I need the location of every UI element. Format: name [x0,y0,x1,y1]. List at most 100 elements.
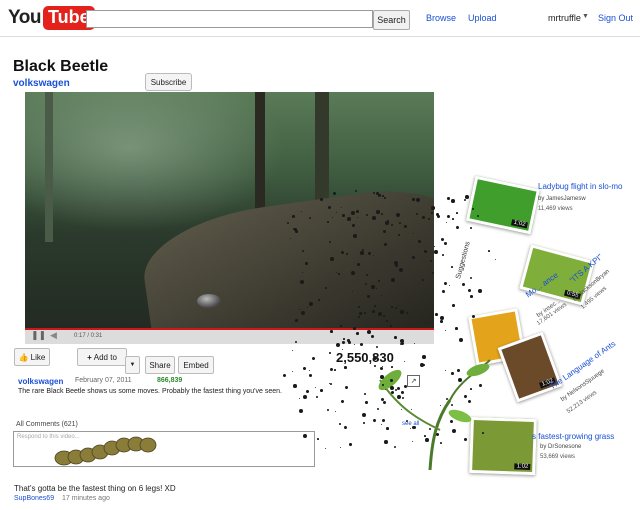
username-menu[interactable]: mrtruffle [548,13,581,23]
splatter-dot [440,320,443,323]
related-author: by DrSonesone [540,444,582,450]
splatter-dot [364,312,366,314]
splatter-dot [447,197,450,200]
splatter-dot [302,250,304,252]
splatter-dot [374,365,376,367]
splatter-dot [452,218,454,220]
nav-browse-link[interactable]: Browse [426,13,456,23]
search-button[interactable]: Search [373,10,410,30]
related-title[interactable]: s fastest-growing grass [532,432,614,441]
splatter-dot [362,413,366,417]
splatter-dot [434,250,438,254]
splatter-dot [382,384,384,386]
splatter-dot [398,234,400,236]
subscribe-button[interactable]: Subscribe [145,73,192,91]
splatter-dot [283,374,287,378]
splatter-dot [412,198,415,201]
splatter-dot [295,319,298,322]
splatter-dot [344,366,347,369]
splatter-dot [301,311,305,315]
splatter-dot [364,393,366,395]
splatter-dot [455,327,458,330]
splatter-dot [429,428,431,430]
splatter-dot [325,448,327,450]
video-player[interactable] [25,92,434,328]
splatter-dot [305,262,308,265]
splatter-dot [412,441,413,442]
splatter-dot [303,367,306,370]
splatter-dot [400,310,404,314]
splatter-dot [394,336,397,339]
splatter-dot [402,397,404,399]
splatter-dot [384,440,388,444]
pause-icon[interactable]: ❚❚ [31,330,46,341]
splatter-dot [351,271,355,275]
splatter-dot [391,391,394,394]
splatter-dot [349,443,352,446]
splatter-dot [442,254,444,256]
nav-upload-link[interactable]: Upload [468,13,497,23]
add-to-dropdown[interactable]: ▼ [125,356,140,374]
video-description: The rare Black Beetle shows us some move… [18,388,282,395]
splatter-dot [424,435,426,437]
splatter-dot [488,250,490,252]
splatter-dot [356,332,359,335]
sign-out-link[interactable]: Sign Out [598,13,633,23]
splatter-dot [299,409,303,413]
splatter-dot [459,338,463,342]
splatter-dot [394,261,398,265]
splatter-dot [346,253,348,255]
splatter-dot [446,222,447,223]
splatter-dot [391,224,393,226]
youtube-logo[interactable]: You Tube [8,6,95,30]
embed-button[interactable]: Embed [178,356,214,374]
splatter-dot [357,263,360,266]
comment-user-link[interactable]: SupBones69 [14,495,54,502]
add-to-button[interactable]: + Add to [77,348,127,366]
splatter-dot [452,304,455,307]
splatter-dot [464,199,467,202]
splatter-dot [425,438,429,442]
chevron-down-icon[interactable]: ▼ [582,13,589,20]
like-button[interactable]: 👍 Like [14,348,50,366]
share-button[interactable]: Share [145,356,175,374]
splatter-dot [306,390,309,393]
splatter-dot [449,285,451,287]
volume-icon[interactable]: ◀ [50,330,57,341]
splatter-dot [390,386,394,390]
splatter-dot [329,352,331,354]
splatter-dot [303,395,307,399]
splatter-dot [378,312,382,316]
related-title[interactable]: Ladybug flight in slo-mo [538,182,623,191]
comment-time: 17 minutes ago [62,495,110,502]
splatter-dot [391,278,395,282]
video-title: Black Beetle [13,58,109,75]
splatter-dot [341,400,345,404]
splatter-dot [457,369,460,372]
splatter-dot [450,420,453,423]
splatter-dot [391,366,393,368]
splatter-dot [374,305,376,307]
uploader-link[interactable]: volkswagen [18,377,63,386]
splatter-dot [384,197,386,199]
splatter-dot [354,344,355,345]
suggestions-label: Suggestions [455,240,472,280]
splatter-dot [318,299,320,301]
splatter-dot [465,195,469,199]
search-input[interactable] [86,10,373,28]
splatter-dot [377,408,379,410]
splatter-dot [400,339,404,343]
caterpillar-figure [54,436,157,466]
thumbs-up-icon: 👍 [18,352,29,362]
splatter-dot [292,371,294,373]
related-thumb[interactable]: 1:02 [465,175,541,235]
channel-link[interactable]: volkswagen [13,78,70,89]
splatter-dot [329,241,331,243]
splatter-dot [347,217,351,221]
chevron-down-icon: ▼ [129,362,136,368]
splatter-dot [477,215,479,217]
splatter-dot [397,395,401,399]
splatter-dot [367,330,371,334]
splatter-dot [339,423,341,425]
splatter-dot [335,411,337,413]
